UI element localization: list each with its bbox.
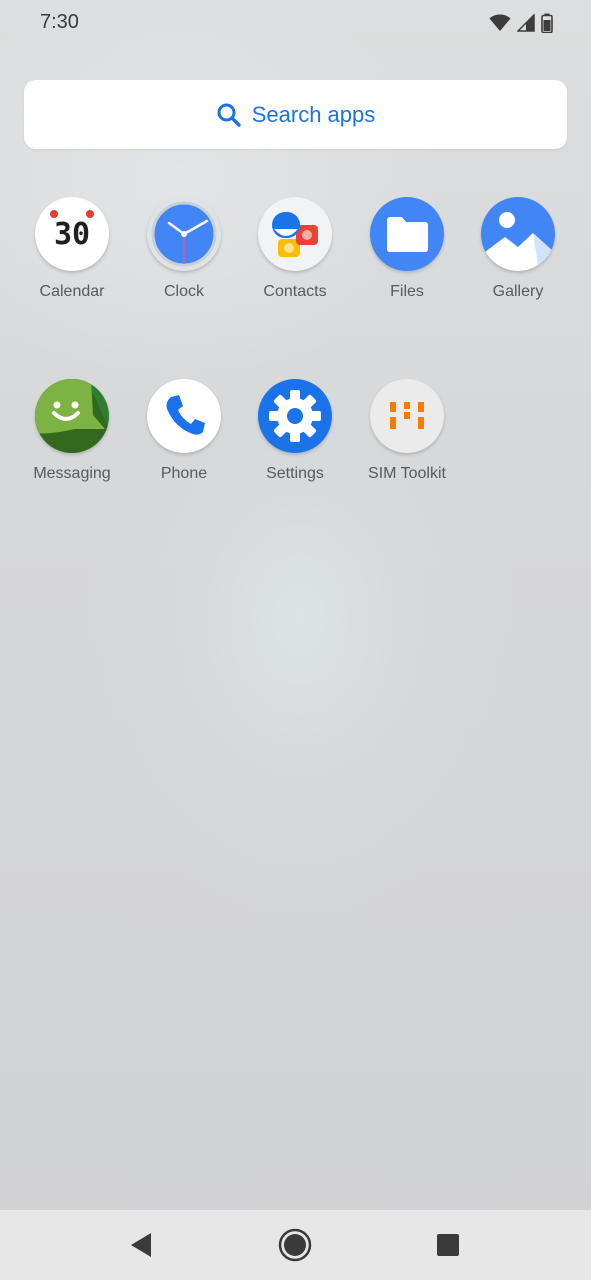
status-bar: 7:30 xyxy=(0,0,591,48)
search-apps-bar[interactable]: Search apps xyxy=(24,80,567,149)
app-calendar[interactable]: 30 Calendar xyxy=(16,197,128,327)
clock-icon xyxy=(147,197,221,271)
contacts-icon xyxy=(258,197,332,271)
calendar-date-number: 30 xyxy=(53,217,91,252)
sim-toolkit-icon xyxy=(370,379,444,453)
back-icon xyxy=(131,1233,151,1257)
app-label: Files xyxy=(390,283,424,300)
battery-icon xyxy=(541,13,553,33)
app-label: Settings xyxy=(266,465,324,482)
settings-icon xyxy=(258,379,332,453)
calendar-icon: 30 xyxy=(35,197,109,271)
messaging-icon xyxy=(35,379,109,453)
app-sim-toolkit[interactable]: SIM Toolkit xyxy=(351,379,463,509)
recents-icon xyxy=(437,1234,459,1256)
app-gallery[interactable]: Gallery xyxy=(462,197,574,327)
app-label: Phone xyxy=(160,465,208,482)
search-icon xyxy=(217,103,241,127)
app-label: Calendar xyxy=(39,283,105,300)
app-settings[interactable]: Settings xyxy=(239,379,351,509)
phone-icon xyxy=(147,379,221,453)
app-contacts[interactable]: Contacts xyxy=(239,197,351,327)
app-messaging[interactable]: Messaging xyxy=(16,379,128,509)
gallery-icon xyxy=(481,197,555,271)
app-clock[interactable]: Clock xyxy=(128,197,240,327)
recents-button[interactable] xyxy=(430,1227,466,1263)
navigation-bar xyxy=(0,1210,591,1280)
wifi-icon xyxy=(489,14,511,31)
app-label: SIM Toolkit xyxy=(368,465,446,482)
app-files[interactable]: Files xyxy=(351,197,463,327)
status-icons xyxy=(489,12,553,34)
cell-signal-icon xyxy=(517,14,535,32)
search-apps-label: Search apps xyxy=(251,101,376,127)
app-label: Gallery xyxy=(492,283,544,300)
app-label: Contacts xyxy=(263,283,327,300)
status-time: 7:30 xyxy=(40,11,79,33)
home-icon xyxy=(278,1228,312,1262)
app-phone[interactable]: Phone xyxy=(128,379,240,509)
back-button[interactable] xyxy=(123,1227,159,1263)
files-icon xyxy=(370,197,444,271)
app-label: Clock xyxy=(163,283,204,300)
app-label: Messaging xyxy=(33,465,111,482)
home-button[interactable] xyxy=(277,1227,313,1263)
